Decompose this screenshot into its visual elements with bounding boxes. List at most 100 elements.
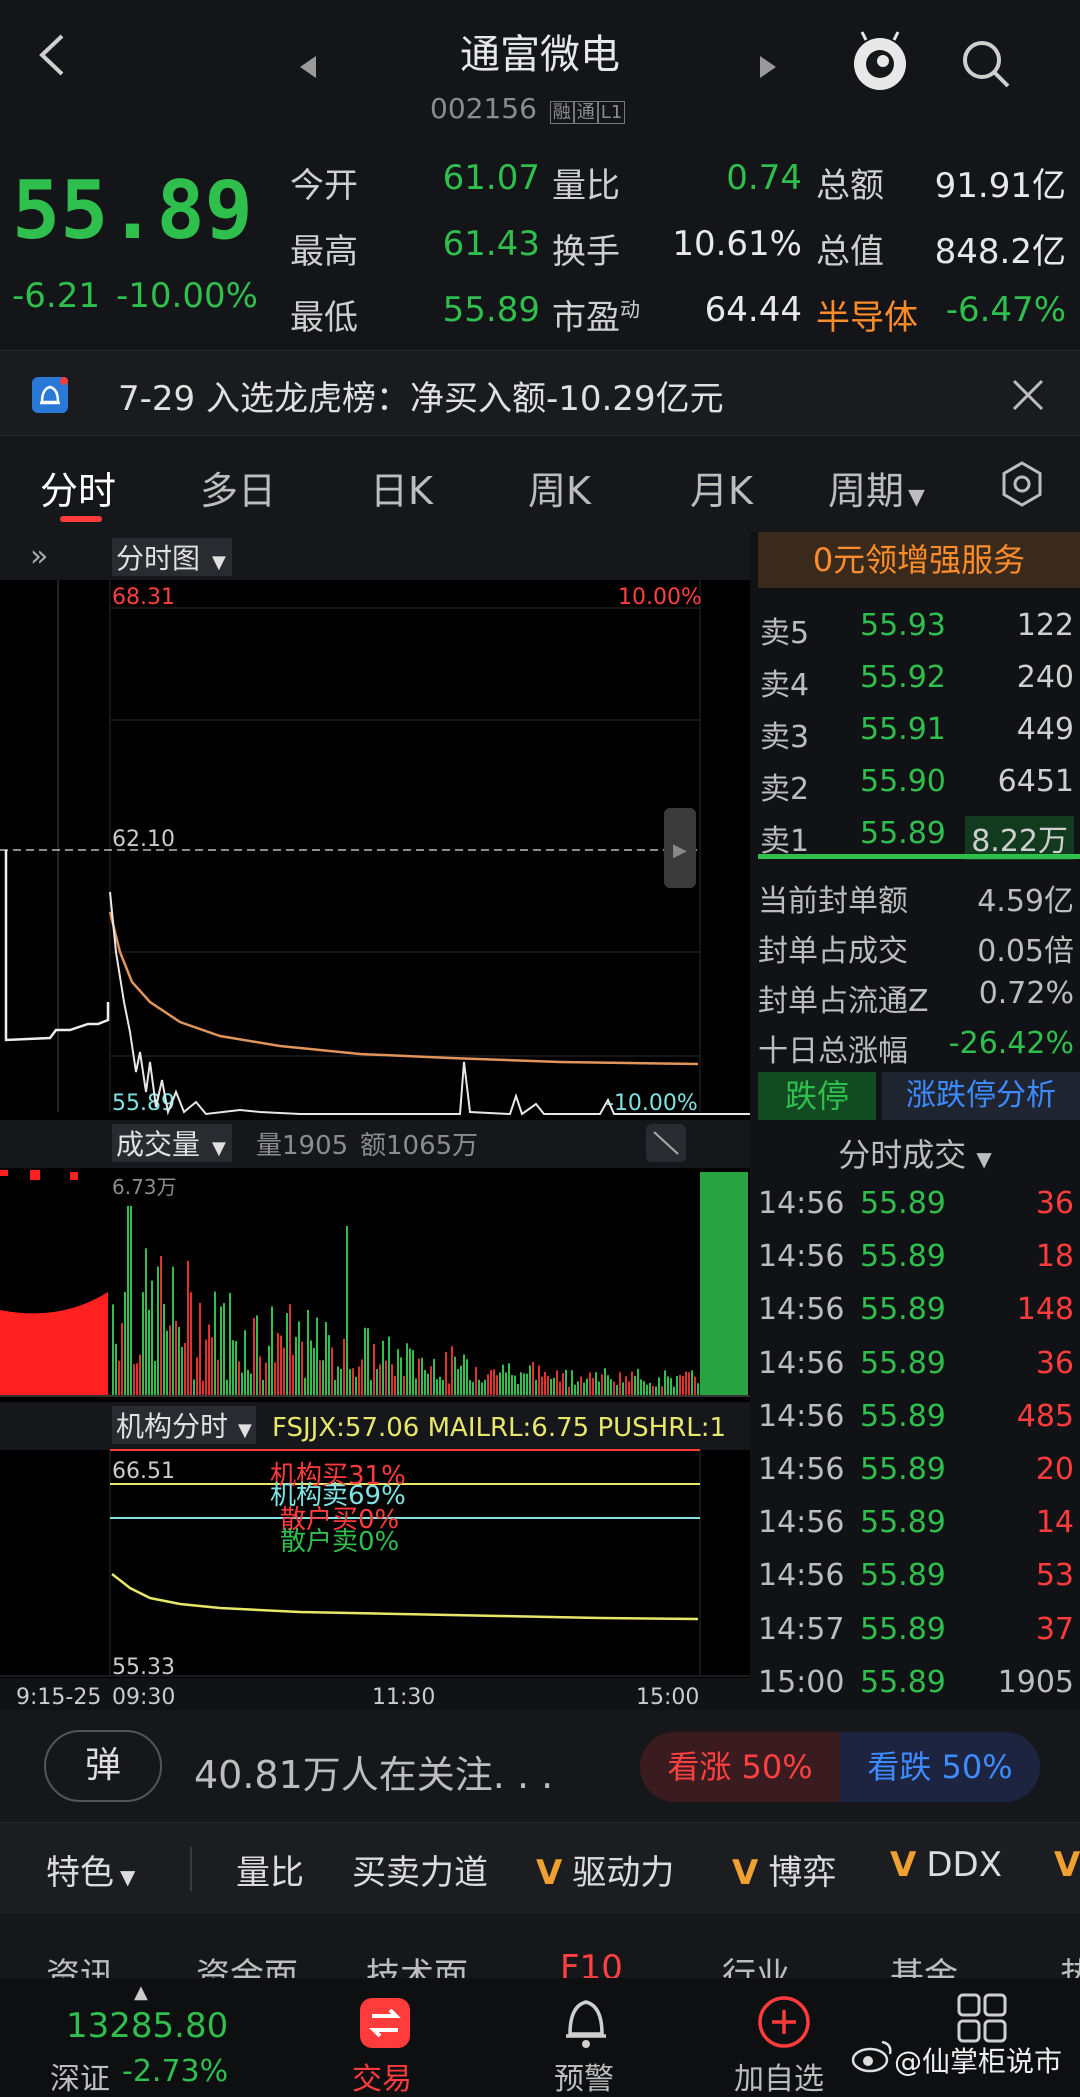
volume-bar	[415, 1378, 417, 1396]
volume-bar	[484, 1379, 486, 1396]
grid-menu-icon[interactable]	[956, 1992, 1008, 2044]
volume-bar	[637, 1368, 639, 1396]
tick-time: 14:57	[758, 1611, 845, 1647]
volume-bar	[655, 1386, 657, 1396]
tick-volume: 36	[1035, 1345, 1074, 1381]
tick-price: 55.89	[860, 1505, 946, 1541]
volume-bar	[244, 1330, 246, 1396]
tab-weekly-k[interactable]: 周K	[528, 460, 591, 515]
tick-price: 55.89	[860, 1345, 946, 1381]
feature-special[interactable]: 特色 ▼	[46, 1845, 135, 1894]
tick-time: 14:56	[758, 1345, 845, 1381]
prev-stock-icon[interactable]	[296, 52, 320, 82]
volume-bar	[559, 1381, 561, 1396]
search-icon[interactable]	[958, 36, 1014, 92]
bull-button[interactable]: 看涨 50%	[640, 1732, 840, 1802]
volume-bar	[670, 1378, 672, 1396]
tick-row: 14:56 55.89 36	[750, 1178, 1080, 1230]
tab-monthly-k[interactable]: 月K	[690, 460, 753, 515]
feature-ddx[interactable]: V DDX	[890, 1845, 1002, 1885]
ask-row[interactable]: 卖5 55.93 122	[750, 600, 1080, 652]
ask-row[interactable]: 卖1 55.89 8.22万	[750, 808, 1080, 860]
add-label[interactable]: 加自选	[734, 2054, 824, 2097]
volume-bar	[427, 1373, 429, 1396]
ask-price: 55.93	[860, 608, 946, 643]
ask-volume: 6451	[997, 764, 1074, 799]
index-value[interactable]: 13285.80	[66, 2006, 228, 2046]
volume-bar	[115, 1343, 117, 1396]
limit-analysis-button[interactable]: 涨跌停分析	[882, 1072, 1080, 1120]
inst-flow-line	[111, 1573, 699, 1621]
volume-bar	[148, 1309, 150, 1396]
volume-bar	[343, 1338, 345, 1396]
volume-bar	[241, 1372, 243, 1396]
volume-bar	[352, 1368, 354, 1396]
trade-icon[interactable]	[358, 1996, 412, 2050]
bell-icon[interactable]	[560, 1994, 612, 2050]
volume-bar	[577, 1381, 579, 1396]
tab-intraday[interactable]: 分时	[40, 460, 116, 515]
ask-row[interactable]: 卖2 55.90 6451	[750, 756, 1080, 808]
promo-banner[interactable]: 0元领增强服务	[758, 532, 1080, 588]
tab-period[interactable]: 周期 ▼	[828, 460, 925, 515]
volume-bar	[601, 1374, 603, 1396]
back-icon[interactable]	[28, 30, 78, 80]
feature-drive[interactable]: V 驱动力	[536, 1845, 674, 1894]
volume-bar	[226, 1379, 228, 1396]
volume-bar	[208, 1324, 210, 1396]
notice-bar[interactable]: 7-29 入选龙虎榜：净买入额-10.29亿元	[0, 350, 1080, 436]
tab-daily-k[interactable]: 日K	[370, 460, 433, 515]
volume-bar	[250, 1373, 252, 1396]
tab-period-label: 周期	[828, 469, 905, 513]
sector-label[interactable]: 半导体	[816, 290, 918, 339]
feature-game[interactable]: V 博弈	[732, 1845, 836, 1894]
volume-bar	[271, 1306, 273, 1396]
indicator-bar: 特色 ▼ 量比 买卖力道 V 驱动力 V 博弈 V DDX V	[0, 1822, 1080, 1914]
vip-v-icon: V	[732, 1853, 759, 1893]
volume-bar	[181, 1346, 183, 1396]
volume-bar	[319, 1360, 321, 1396]
vip-v-icon: V	[536, 1853, 563, 1893]
tick-row: 14:56 55.89 36	[750, 1338, 1080, 1390]
volume-bar	[286, 1313, 288, 1396]
ticks-title[interactable]: 分时成交 ▼	[750, 1130, 1080, 1176]
volume-bar	[430, 1366, 432, 1396]
settings-icon[interactable]	[998, 460, 1046, 508]
feature-buy-sell-force[interactable]: 买卖力道	[352, 1845, 488, 1894]
low-value: 55.89	[442, 290, 540, 330]
volume-bar	[388, 1336, 390, 1396]
legend-retail-sell: 散户卖0%	[280, 1527, 399, 1557]
volume-bar	[337, 1366, 339, 1396]
feature-vol-ratio[interactable]: 量比	[236, 1845, 304, 1894]
close-icon[interactable]	[1008, 375, 1048, 415]
alert-label[interactable]: 预警	[554, 2054, 614, 2097]
volume-bar	[580, 1376, 582, 1396]
volume-bar	[691, 1370, 693, 1396]
mascot-icon[interactable]	[848, 30, 912, 94]
chart-area[interactable]: » 分时图 ▼ ▶ 68.31 10.00% 62.10 55.89 -10.0…	[0, 532, 750, 1710]
next-stock-icon[interactable]	[756, 52, 780, 82]
volume-bar	[451, 1346, 453, 1396]
trade-label[interactable]: 交易	[352, 2054, 412, 2097]
volume-bar	[118, 1360, 120, 1396]
bear-button[interactable]: 看跌 50%	[840, 1732, 1040, 1802]
tick-price: 55.89	[860, 1452, 946, 1487]
volume-bar	[154, 1361, 156, 1396]
inst-values: FSJJX:57.06 MAILRL:6.75 PUSHRL:1	[272, 1413, 726, 1443]
ask-row[interactable]: 卖3 55.91 449	[750, 704, 1080, 756]
volume-bar	[220, 1306, 222, 1396]
tab-multiday[interactable]: 多日	[200, 460, 276, 515]
index-up-arrow-icon: ▲	[134, 1982, 148, 2003]
pct-low-label: -10.00%	[606, 1091, 698, 1116]
high-value: 61.43	[442, 224, 540, 264]
seal-stat-label: 封单占成交	[758, 934, 908, 969]
ask-row[interactable]: 卖4 55.92 240	[750, 652, 1080, 704]
danmu-button[interactable]: 弹	[44, 1730, 162, 1802]
add-watchlist-icon[interactable]	[756, 1994, 812, 2050]
volume-bar	[469, 1380, 471, 1396]
volume-bar	[436, 1379, 438, 1396]
tick-time: 14:56	[758, 1292, 845, 1328]
volume-bar	[433, 1358, 435, 1396]
seal-stat-row: 封单占成交 0.05倍	[750, 918, 1080, 970]
volume-bar	[682, 1376, 684, 1396]
